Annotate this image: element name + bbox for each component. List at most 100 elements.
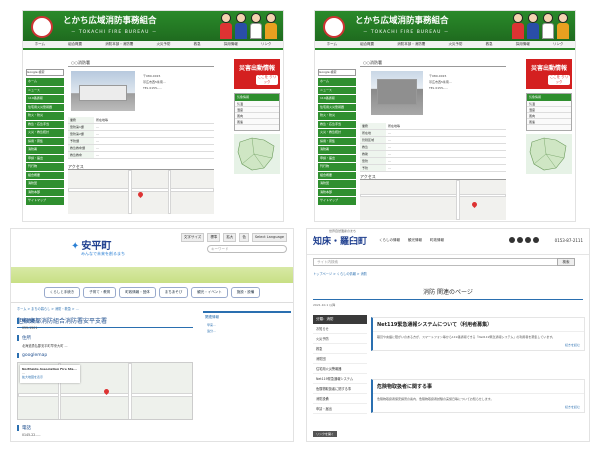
read-more-link[interactable]: 続きを読む <box>373 343 584 350</box>
region-map[interactable] <box>234 134 280 174</box>
sidebar-item[interactable]: 申請・届出 <box>26 154 64 162</box>
logo-text: 知床・羅臼町 <box>313 237 368 247</box>
google-map[interactable]: Northside Association Fire Sta... ... 拡大… <box>17 362 193 420</box>
address-block: 〒080-0015 帯広市西5条南... TEL 0155-.... <box>429 73 452 91</box>
access-map[interactable] <box>68 170 214 214</box>
sidebar-item[interactable]: 防火・防災 <box>26 112 64 120</box>
nav-item[interactable]: 消防本部・消防署 <box>105 42 133 47</box>
disaster-alert-button[interactable]: 災害出動情報 ここを クリック <box>234 59 280 89</box>
sidebar-item[interactable]: 救急 <box>313 344 367 354</box>
sidebar-item[interactable]: 火災予防 <box>313 334 367 344</box>
sidebar-item[interactable]: 消防署 <box>318 146 356 154</box>
sidebar-item[interactable]: ニュース <box>318 86 356 94</box>
nav-item[interactable]: 採用情報 <box>224 42 238 47</box>
nav-item[interactable]: 救急 <box>486 42 493 47</box>
sidebar-item[interactable]: ホーム <box>318 78 356 86</box>
article-card[interactable]: 危険物取扱者に関する事 危険物取扱者保安講習の案内、危険物取扱者試験の実施日等に… <box>371 379 585 413</box>
font-large-button[interactable]: 拡大 <box>223 233 237 242</box>
sidebar-item[interactable]: 119番通報 <box>26 95 64 103</box>
nav-item[interactable]: 消防本部・消防署 <box>397 42 425 47</box>
table-cell: 所在地等 <box>96 118 109 122</box>
language-select[interactable]: Select Language <box>251 233 287 242</box>
access-map[interactable] <box>360 180 506 220</box>
sidebar-item[interactable]: 消防団 <box>26 180 64 188</box>
sidebar-item[interactable]: 119番通報 <box>318 95 356 103</box>
twitter-icon[interactable] <box>517 237 523 243</box>
map-pin-icon[interactable] <box>470 200 479 209</box>
header-link[interactable]: くらしの情報 <box>379 238 400 243</box>
map-pin-icon[interactable] <box>136 190 145 199</box>
sidebar-item[interactable]: 組合概要 <box>318 171 356 179</box>
nav-item[interactable]: リンク <box>553 42 564 47</box>
read-more-link[interactable]: 続きを読む <box>373 405 584 412</box>
search-input[interactable]: Google 検索 <box>318 69 356 76</box>
header-link[interactable]: 町政情報 <box>430 238 444 243</box>
sidebar-item[interactable]: 住宅用火災警報器 <box>26 103 64 111</box>
sidebar-item[interactable]: 採用・募集 <box>26 137 64 145</box>
sidebar-item[interactable]: 消防団 <box>313 354 367 364</box>
search-input[interactable]: キーワード <box>207 245 287 253</box>
nav-item[interactable]: ホーム <box>327 42 337 47</box>
nav-item[interactable]: 採用情報 <box>516 42 530 47</box>
map-card-link[interactable]: 拡大地図を表示 <box>22 375 78 379</box>
sidebar-item[interactable]: 採用・募集 <box>318 137 356 145</box>
nav-item[interactable]: ホーム <box>35 42 45 47</box>
sidebar-item[interactable]: 組合概要 <box>26 171 64 179</box>
sidebar-item[interactable]: 救急・応急手当 <box>26 120 64 128</box>
article-title[interactable]: Net119緊急通報システムについて（利用者募集） <box>373 318 584 332</box>
sidebar-item[interactable]: 申請・届出 <box>313 404 367 414</box>
nav-item[interactable]: 救急 <box>194 42 201 47</box>
article-title[interactable]: 危険物取扱者に関する事 <box>373 380 584 394</box>
sidebar-item[interactable]: 住宅用火災警報器 <box>318 103 356 111</box>
sidebar-item[interactable]: 消防署 <box>26 146 64 154</box>
article-card[interactable]: Net119緊急通報システムについて（利用者募集） 聴覚や言語に障がいのある方が… <box>371 317 585 351</box>
header-link[interactable]: 観光情報 <box>408 238 422 243</box>
sidebar-item[interactable]: サイトマップ <box>26 197 64 205</box>
facebook-icon[interactable] <box>509 237 515 243</box>
nav-item[interactable]: 組合概要 <box>360 42 374 47</box>
nav-item[interactable]: 火災予防 <box>156 42 170 47</box>
nav-item[interactable]: リンク <box>261 42 272 47</box>
color-button[interactable]: 色 <box>239 233 249 242</box>
sidebar-item[interactable]: 住宅用火災警報器 <box>313 364 367 374</box>
sidebar-item[interactable]: 危険物取扱者に関する事 <box>313 384 367 394</box>
nav-item[interactable]: 町政情報・団体 <box>119 287 156 298</box>
sidebar-item[interactable]: 消防本部 <box>318 188 356 196</box>
sidebar-item[interactable]: ニュース <box>26 86 64 94</box>
sidebar-item[interactable]: ホーム <box>26 78 64 86</box>
nav-item[interactable]: くらしと手続き <box>43 287 81 298</box>
sidebar-item[interactable]: 刊行物 <box>318 163 356 171</box>
nav-item[interactable]: 子育て・教育 <box>83 287 117 298</box>
sidebar-item[interactable]: お知らせ <box>313 324 367 334</box>
search-input[interactable]: Google 検索 <box>26 69 64 76</box>
sidebar-item[interactable]: 消防設備 <box>313 394 367 404</box>
nav-item[interactable]: 組合概要 <box>68 42 82 47</box>
nav-item[interactable]: 火災予防 <box>448 42 462 47</box>
nav-item[interactable]: 観光・イベント <box>191 287 228 298</box>
sidebar-item[interactable]: 申請・届出 <box>318 154 356 162</box>
disaster-alert-button[interactable]: 災害出動情報 ここを クリック <box>526 59 572 89</box>
nav-item[interactable]: まちあそび <box>158 287 189 298</box>
site-logo[interactable]: ✦ 安平町 <box>71 237 111 252</box>
region-map[interactable] <box>526 134 572 174</box>
sidebar-item[interactable]: Net119緊急通報システム <box>313 374 367 384</box>
font-standard-button[interactable]: 標準 <box>207 233 221 242</box>
sidebar-item[interactable]: 防火・防災 <box>318 112 356 120</box>
nav-item[interactable]: 施設・設備 <box>230 287 261 298</box>
sidebar-item[interactable]: サイトマップ <box>318 197 356 205</box>
sidebar-item[interactable]: 火災・救急統計 <box>318 129 356 137</box>
sidebar-item[interactable]: 刊行物 <box>26 163 64 171</box>
breadcrumb[interactable]: トップページ > くらしの情報 > 消防 <box>313 271 367 276</box>
search-button[interactable]: 検索 <box>557 258 575 266</box>
sidebar-item[interactable]: 火災・救急統計 <box>26 129 64 137</box>
sidebar-item[interactable]: 消防団 <box>318 180 356 188</box>
sidebar-item[interactable]: 消防本部 <box>26 188 64 196</box>
logo-icon[interactable] <box>31 16 53 38</box>
youtube-icon[interactable] <box>525 237 531 243</box>
instagram-icon[interactable] <box>533 237 539 243</box>
sidebar-item[interactable]: 救急・応急手当 <box>318 120 356 128</box>
search-input[interactable]: サイト内検索 <box>313 258 558 266</box>
logo-icon[interactable] <box>323 16 345 38</box>
related-link[interactable]: 追分... <box>203 328 291 334</box>
site-logo[interactable]: 世界自然遺産のまち 知床・羅臼町 <box>313 229 368 247</box>
